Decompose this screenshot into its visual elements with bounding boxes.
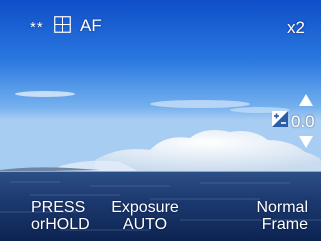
zoom-indicator: x2 [287,18,305,37]
softkey-frame[interactable]: Normal Frame [256,199,308,233]
exposure-value: 0.0 [291,112,315,131]
camera-viewfinder: ** AF x2 0.0 PRESS orHOLD Exposure AUTO … [0,0,321,241]
flash-indicator: ** [30,19,44,36]
softkey-frame-line1: Normal [256,199,308,216]
triangle-up-icon[interactable] [299,94,313,106]
softkey-left[interactable]: PRESS orHOLD [31,199,90,233]
softkey-left-line2: orHOLD [31,216,90,233]
exposure-compensation-icon [272,111,288,127]
focus-mode-label[interactable]: AF [80,17,102,34]
softkey-exposure-line2: AUTO [122,216,168,233]
softkey-left-line1: PRESS [31,199,86,216]
softkey-exposure[interactable]: Exposure AUTO [105,199,185,233]
grid-icon[interactable] [54,16,71,33]
triangle-down-icon[interactable] [299,136,313,148]
softkey-frame-line2: Frame [261,216,308,233]
softkey-exposure-line1: Exposure [111,199,179,216]
